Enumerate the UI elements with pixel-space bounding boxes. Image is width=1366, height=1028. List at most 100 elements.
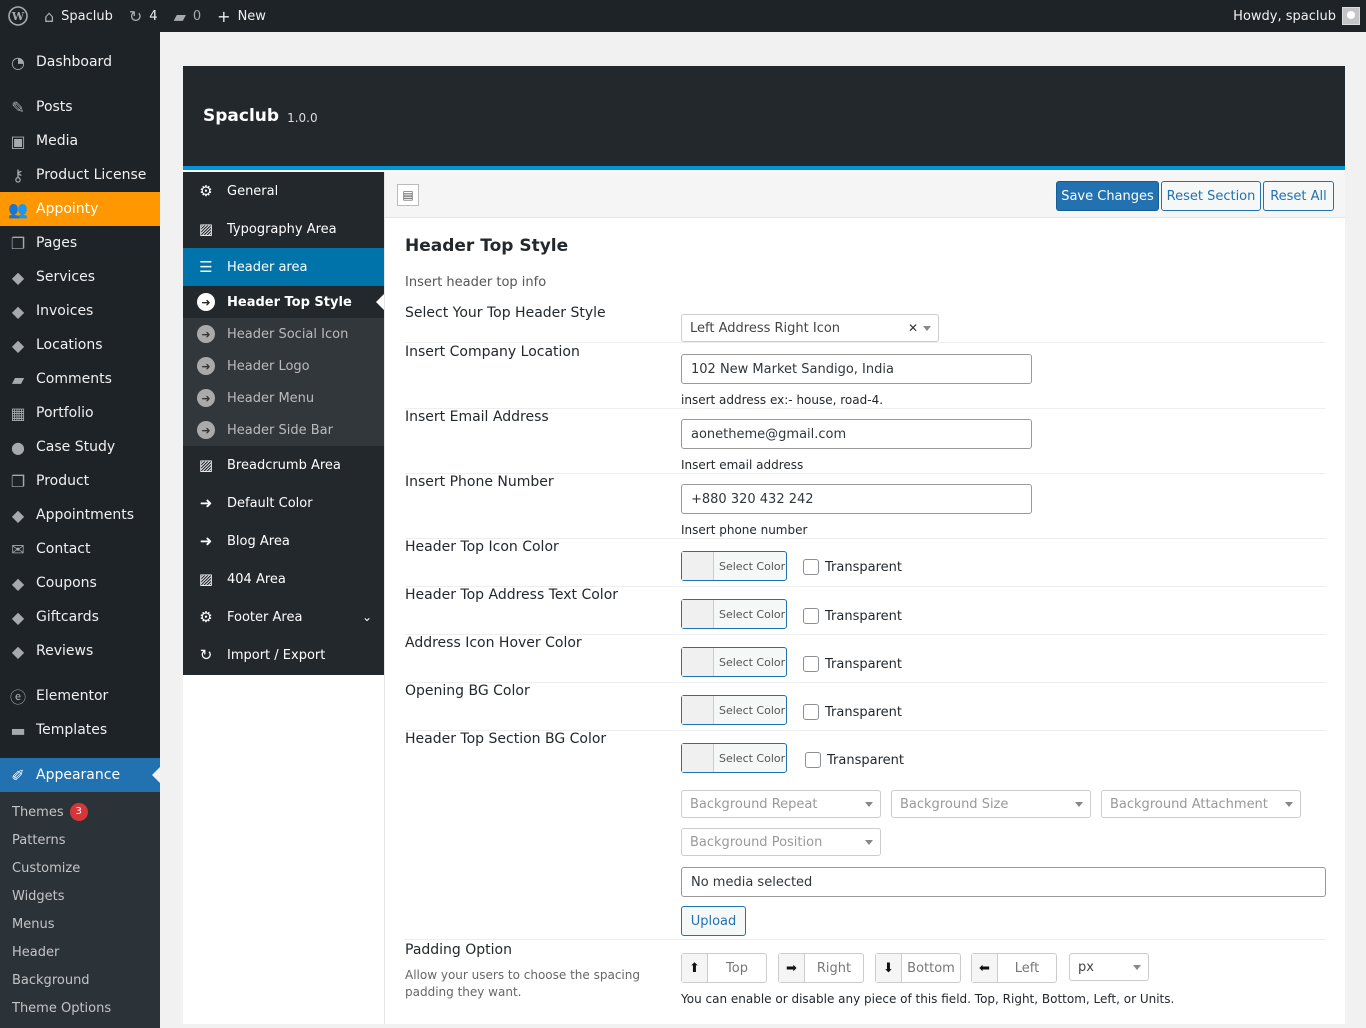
padding-top-input[interactable]: ⬆ Top [681,953,767,983]
panel-tab-blog[interactable]: ➜ Blog Area [183,522,384,560]
checkbox-box[interactable] [805,752,821,768]
menu-templates[interactable]: ▬ Templates [0,713,160,747]
panel-tab-footer[interactable]: ⚙ Footer Area ⌄ [183,598,384,636]
menu-dashboard[interactable]: ◔ Dashboard [0,45,160,79]
menu-coupons[interactable]: ◆ Coupons [0,566,160,600]
plus-icon: + [217,6,231,26]
menu-locations[interactable]: ◆ Locations [0,328,160,362]
panel-tab-header-area[interactable]: ☰ Header area [183,248,384,286]
subtab-header-logo[interactable]: ➜ Header Logo [183,350,384,382]
menu-portfolio[interactable]: ▦ Portfolio [0,396,160,430]
menu-product[interactable]: ❐ Product [0,464,160,498]
submenu-background[interactable]: Background [0,966,160,994]
menu-giftcards[interactable]: ◆ Giftcards [0,600,160,634]
menu-label: Media [36,133,79,149]
icon-color-picker[interactable]: Select Color [681,551,787,581]
transparent-checkbox[interactable]: Transparent [805,752,904,768]
menu-appointments[interactable]: ◆ Appointments [0,498,160,532]
menu-product-license[interactable]: ⚷ Product License [0,158,160,192]
updates-link[interactable]: ↻ 4 [121,0,166,32]
submenu-theme-options[interactable]: Theme Options [0,994,160,1022]
menu-elementor[interactable]: ⓔ Elementor [0,679,160,713]
subtab-header-menu[interactable]: ➜ Header Menu [183,382,384,414]
checkbox-label: Transparent [825,656,902,672]
submenu-customize[interactable]: Customize [0,854,160,882]
menu-case-study[interactable]: ● Case Study [0,430,160,464]
field-hint: You can enable or disable any piece of t… [681,992,1175,1006]
expand-icon[interactable]: ▤ [397,184,419,206]
padding-right-input[interactable]: ➡ Right [778,953,864,983]
media-url-input[interactable]: No media selected [681,867,1326,897]
menu-invoices[interactable]: ◆ Invoices [0,294,160,328]
submenu-patterns[interactable]: Patterns [0,826,160,854]
reset-all-button[interactable]: Reset All [1263,181,1334,211]
company-location-input[interactable]: 102 New Market Sandigo, India [681,354,1032,384]
menu-reviews[interactable]: ◆ Reviews [0,634,160,668]
menu-comments[interactable]: ▰ Comments [0,362,160,396]
panel-tab-404[interactable]: ▨ 404 Area [183,560,384,598]
panel-tab-import-export[interactable]: ↻ Import / Export [183,636,384,674]
subtab-header-side-bar[interactable]: ➜ Header Side Bar [183,414,384,446]
transparent-checkbox[interactable]: Transparent [803,608,902,624]
address-text-color-picker[interactable]: Select Color [681,599,787,629]
checkbox-box[interactable] [803,704,819,720]
icon-hover-color-picker[interactable]: Select Color [681,647,787,677]
field-label: Opening BG Color [405,683,530,699]
submenu-label: Widgets [12,888,65,904]
comments-link[interactable]: ▰ 0 [166,0,210,32]
header-subsections: ➜ Header Top Style ➜ Header Social Icon ➜ H… [183,286,384,446]
pages-icon: ❐ [10,471,26,491]
panel-tab-general[interactable]: ⚙ General [183,172,384,210]
subtab-header-top-style[interactable]: ➜ Header Top Style [183,286,384,318]
submenu-menus[interactable]: Menus [0,910,160,938]
menu-contact[interactable]: ✉ Contact [0,532,160,566]
select-color-label: Select Color [719,559,786,573]
image-icon: ▨ [198,456,214,474]
checkbox-box[interactable] [803,656,819,672]
my-account-link[interactable]: Howdy, spaclub [1225,0,1366,32]
site-name-link[interactable]: ⌂ Spaclub [36,0,121,32]
email-input[interactable]: aonetheme@gmail.com [681,419,1032,449]
submenu-widgets[interactable]: Widgets [0,882,160,910]
tab-label: Import / Export [227,647,326,663]
menu-posts[interactable]: ✎ Posts [0,90,160,124]
clear-icon[interactable]: ✕ [908,321,918,335]
padding-bottom-input[interactable]: ⬇ Bottom [875,953,961,983]
wordpress-logo-icon[interactable]: W [0,0,36,32]
section-bg-color-picker[interactable]: Select Color [681,743,787,773]
menu-label: Contact [36,541,91,557]
phone-input[interactable]: +880 320 432 242 [681,484,1032,514]
checkbox-label: Transparent [825,559,902,575]
submenu-themes[interactable]: Themes 3 [0,798,160,826]
upload-button[interactable]: Upload [681,906,746,936]
new-content-link[interactable]: + New [209,0,274,32]
transparent-checkbox[interactable]: Transparent [803,704,902,720]
menu-media[interactable]: ▣ Media [0,124,160,158]
padding-unit-select[interactable]: px [1069,953,1149,981]
folder-icon: ▬ [10,720,26,740]
menu-pages[interactable]: ❐ Pages [0,226,160,260]
panel-tab-breadcrumb[interactable]: ▨ Breadcrumb Area [183,446,384,484]
background-repeat-select[interactable]: Background Repeat [681,790,881,818]
background-position-select[interactable]: Background Position [681,828,881,856]
checkbox-box[interactable] [803,608,819,624]
menu-services[interactable]: ◆ Services [0,260,160,294]
padding-left-input[interactable]: ⬅ Left [971,953,1057,983]
save-changes-button[interactable]: Save Changes [1056,181,1159,211]
reset-section-button[interactable]: Reset Section [1161,181,1261,211]
transparent-checkbox[interactable]: Transparent [803,559,902,575]
background-size-select[interactable]: Background Size [891,790,1091,818]
checkbox-box[interactable] [803,559,819,575]
subtab-header-social-icon[interactable]: ➜ Header Social Icon [183,318,384,350]
background-attachment-select[interactable]: Background Attachment [1101,790,1301,818]
submenu-header[interactable]: Header [0,938,160,966]
panel-tab-typography[interactable]: ▨ Typography Area [183,210,384,248]
menu-appointy[interactable]: 👥 Appointy [0,192,160,226]
menu-appearance[interactable]: ✐ Appearance [0,758,160,792]
tab-label: Blog Area [227,533,290,549]
opening-bg-color-picker[interactable]: Select Color [681,695,787,725]
panel-tab-default-color[interactable]: ➜ Default Color [183,484,384,522]
top-header-style-select[interactable]: Left Address Right Icon ✕ [681,314,939,342]
panel-toolbar: ▤ Save Changes Reset Section Reset All [385,172,1345,218]
transparent-checkbox[interactable]: Transparent [803,656,902,672]
